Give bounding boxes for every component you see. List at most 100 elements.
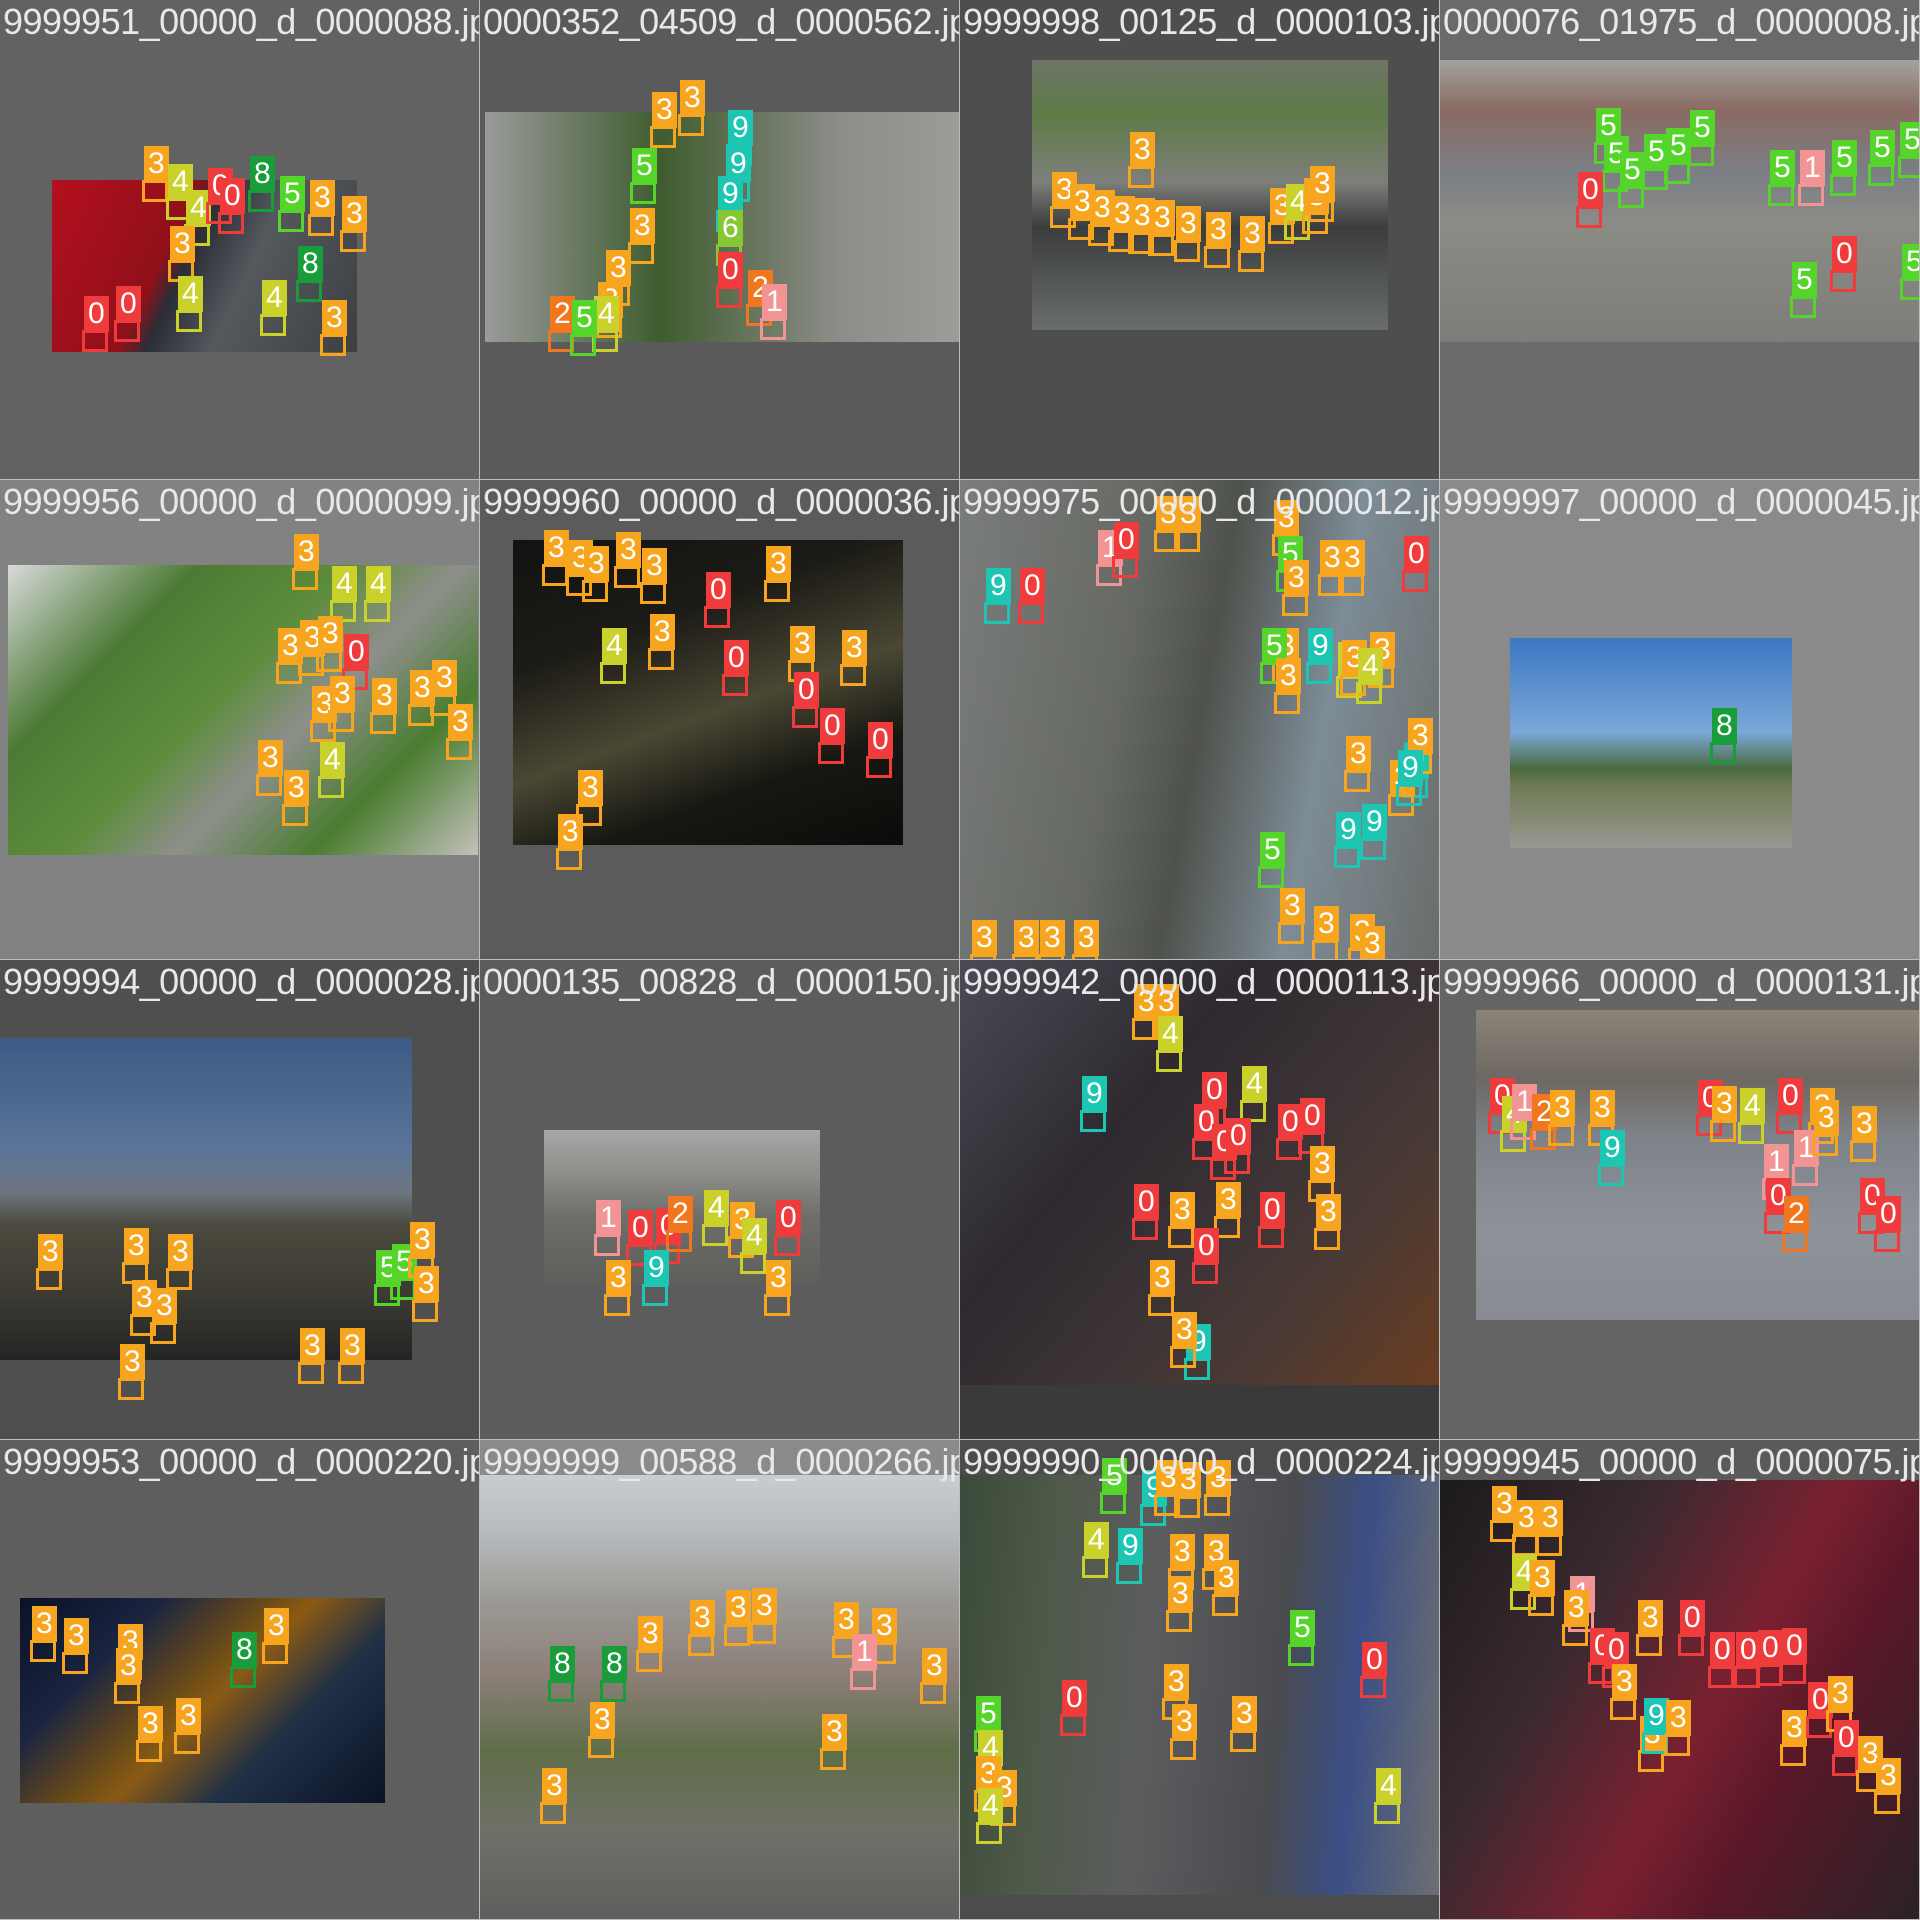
class-label: 3 (414, 1266, 439, 1302)
class-label: 3 (1284, 560, 1309, 596)
detection-box (114, 320, 140, 342)
class-label: 3 (542, 1768, 567, 1804)
detection-box (716, 286, 742, 308)
class-label: 9 (718, 176, 743, 212)
class-label: 8 (602, 1646, 627, 1682)
class-label: 3 (842, 630, 867, 666)
class-label: 3 (1408, 718, 1433, 754)
detection-box (1710, 742, 1736, 764)
class-label: 9 (1082, 1076, 1107, 1112)
class-label: 3 (1712, 1086, 1737, 1122)
detection-box (166, 1268, 192, 1290)
class-label: 5 (976, 1696, 1001, 1732)
detection-box (1288, 1644, 1314, 1666)
class-label: 3 (1014, 920, 1039, 956)
detection-box (298, 1362, 324, 1384)
class-label: 3 (1176, 496, 1201, 532)
mosaic-tile: 9999956_00000_d_0000099.jpg 344333033333… (0, 480, 480, 960)
tile-photo (960, 960, 1439, 1385)
class-label: 5 (1620, 152, 1645, 188)
class-label: 3 (630, 208, 655, 244)
detection-box (840, 664, 866, 686)
detection-box (1688, 144, 1714, 166)
class-label: 4 (1358, 648, 1383, 684)
detection-box (850, 1668, 876, 1690)
class-label: 3 (1176, 206, 1201, 242)
class-label: 9 (1644, 1698, 1669, 1734)
tile-filename: 9999994_00000_d_0000028.jpg (3, 961, 480, 1002)
detection-box (1868, 164, 1894, 186)
class-label: 3 (1590, 1090, 1615, 1126)
class-label: 0 (706, 572, 731, 608)
mosaic-tile: 9999990_00000_d_0000224.jpg 593334933335… (960, 1440, 1440, 1920)
detection-box (1306, 662, 1332, 684)
mosaic-tile: 9999994_00000_d_0000028.jpg 333333553333 (0, 960, 480, 1440)
class-label: 5 (1666, 128, 1691, 164)
detection-box (1396, 784, 1422, 806)
class-label: 3 (680, 80, 705, 116)
class-label: 3 (120, 1344, 145, 1380)
class-label: 3 (690, 1600, 715, 1636)
class-label: 3 (1164, 1664, 1189, 1700)
class-label: 4 (262, 280, 287, 316)
detection-box (370, 712, 396, 734)
class-label: 5 (1900, 122, 1919, 158)
class-label: 3 (124, 1228, 149, 1264)
class-label: 0 (1782, 1628, 1807, 1664)
detection-box (1576, 206, 1602, 228)
detection-box (1148, 234, 1174, 256)
class-label: 3 (1172, 1312, 1197, 1348)
detection-box (114, 1682, 140, 1704)
class-label: 3 (176, 1698, 201, 1734)
detection-box (666, 1230, 692, 1252)
class-label: 3 (1814, 1100, 1839, 1136)
detection-box (604, 1294, 630, 1316)
class-label: 3 (1216, 1182, 1241, 1218)
detection-box (1204, 246, 1230, 268)
detection-box (600, 662, 626, 684)
class-label: 9 (986, 568, 1011, 604)
detection-box (1710, 1120, 1736, 1142)
tile-filename: 9999951_00000_d_0000088.jpg (3, 1, 480, 42)
class-label: 3 (1876, 1758, 1901, 1794)
class-label: 0 (1680, 1600, 1705, 1636)
class-label: 9 (1600, 1130, 1625, 1166)
detection-box (136, 1740, 162, 1762)
detection-box (1678, 1634, 1704, 1656)
class-label: 0 (1736, 1632, 1761, 1668)
class-label: 3 (1316, 1194, 1341, 1230)
detection-box (218, 212, 244, 234)
detection-box (142, 180, 168, 202)
class-label: 0 (1758, 1630, 1783, 1666)
detection-box (1312, 940, 1338, 959)
class-label: 6 (718, 210, 743, 246)
detection-box (1790, 296, 1816, 318)
detection-box (1174, 530, 1200, 552)
detection-box (1156, 1050, 1182, 1072)
class-label: 3 (1232, 1696, 1257, 1732)
class-label: 0 (1604, 1632, 1629, 1668)
detection-box (1512, 1534, 1538, 1556)
detection-box (1618, 186, 1644, 208)
class-label: 0 (84, 296, 109, 332)
detection-box (1132, 1218, 1158, 1240)
class-label: 3 (822, 1714, 847, 1750)
detection-box (318, 776, 344, 798)
class-label: 3 (766, 1260, 791, 1296)
class-label: 0 (1062, 1680, 1087, 1716)
detection-box (1636, 1634, 1662, 1656)
class-label: 3 (168, 1234, 193, 1270)
class-label: 3 (1530, 1560, 1555, 1596)
class-label: 3 (1240, 216, 1265, 252)
class-label: 4 (366, 566, 391, 602)
class-label: 3 (606, 250, 631, 286)
class-label: 3 (322, 300, 347, 336)
detection-box (750, 1622, 776, 1644)
class-label: 3 (638, 1616, 663, 1652)
mosaic-tile: 9999975_00000_d_0000012.jpg 331090353330… (960, 480, 1440, 960)
detection-box (1536, 1534, 1562, 1556)
detection-box (636, 1650, 662, 1672)
detection-box (1850, 1140, 1876, 1162)
class-label: 3 (834, 1602, 859, 1638)
mosaic-tile: 0000352_04509_d_0000562.jpg 335999630213… (480, 0, 960, 480)
